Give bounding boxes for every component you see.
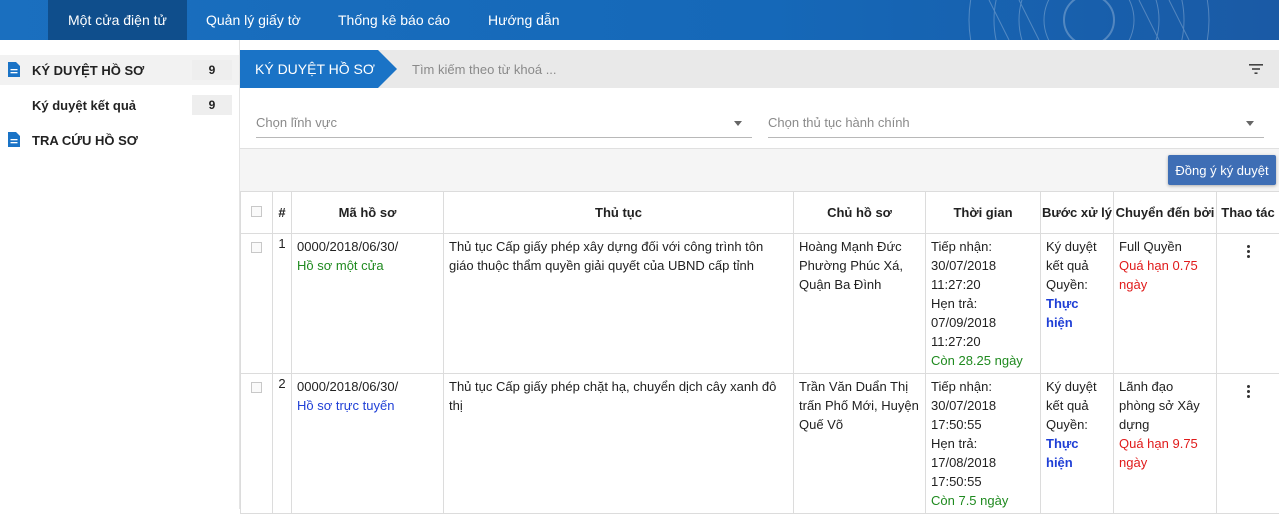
action-bar: Đồng ý ký duyệt [240, 149, 1279, 191]
field-select[interactable]: Chọn lĩnh vực [256, 110, 752, 138]
document-icon [8, 132, 20, 147]
remaining-time: Còn 7.5 ngày [931, 491, 1035, 510]
nav-item-reports[interactable]: Thống kê báo cáo [318, 0, 470, 40]
due-time: 17/08/2018 17:50:55 [931, 453, 1035, 491]
more-vert-icon[interactable] [1246, 385, 1250, 399]
from-cell: Lãnh đạo phòng sở Xây dựng Quá hạn 9.75 … [1114, 374, 1217, 514]
record-code: 0000/2018/06/30/ [297, 377, 438, 396]
record-type: Hồ sơ một cửa [297, 256, 438, 275]
sidebar-item-approve-results[interactable]: Ký duyệt kết quả 9 [0, 90, 239, 120]
actions-cell [1217, 374, 1279, 514]
count-badge: 9 [192, 60, 232, 80]
nav-item-one-stop[interactable]: Một cửa điện tử [48, 0, 187, 40]
time-cell: Tiếp nhận: 30/07/2018 17:50:55 Hẹn trả: … [926, 374, 1041, 514]
column-header-procedure: Thủ tục [444, 192, 794, 234]
more-vert-icon[interactable] [1246, 245, 1250, 259]
record-code: 0000/2018/06/30/ [297, 237, 438, 256]
nav-item-guide[interactable]: Hướng dẫn [468, 0, 579, 40]
step-name: Ký duyệt kết quả [1046, 377, 1108, 415]
received-time: 30/07/2018 17:50:55 [931, 396, 1035, 434]
sidebar-item-lookup-records[interactable]: TRA CỨU HỒ SƠ [0, 125, 239, 155]
actions-cell [1217, 234, 1279, 374]
procedure-select[interactable]: Chọn thủ tục hành chính [768, 110, 1264, 138]
row-index: 2 [273, 374, 292, 514]
permission-label: Quyền: [1046, 415, 1108, 434]
column-header-from: Chuyển đến bởi [1114, 192, 1217, 234]
chevron-down-icon [1246, 121, 1254, 126]
filter-bar: Chọn lĩnh vực Chọn thủ tục hành chính [240, 88, 1279, 149]
procedure-cell: Thủ tục Cấp giấy phép chặt hạ, chuyển dị… [444, 374, 794, 514]
procedure-select-placeholder: Chọn thủ tục hành chính [768, 115, 910, 130]
due-label: Hẹn trả: [931, 434, 1035, 453]
table-header-row: # Mã hồ sơ Thủ tục Chủ hồ sơ Thời gian B… [241, 192, 1279, 234]
column-header-index: # [273, 192, 292, 234]
from-name: Lãnh đạo phòng sở Xây dựng [1119, 377, 1211, 434]
nav-item-documents[interactable]: Quản lý giấy tờ [186, 0, 321, 40]
from-name: Full Quyền [1119, 237, 1211, 256]
record-code-cell: 0000/2018/06/30/ Hồ sơ một cửa [292, 234, 444, 374]
received-label: Tiếp nhận: [931, 377, 1035, 396]
procedure-cell: Thủ tục Cấp giấy phép xây dựng đối với c… [444, 234, 794, 374]
breadcrumb-arrow [378, 50, 397, 88]
permission-value: Thực hiện [1046, 434, 1108, 472]
sidebar-item-label: Ký duyệt kết quả [32, 98, 136, 113]
step-cell: Ký duyệt kết quả Quyền: Thực hiện [1041, 234, 1114, 374]
table-row: 1 0000/2018/06/30/ Hồ sơ một cửa Thủ tục… [241, 234, 1279, 374]
chevron-down-icon [734, 121, 742, 126]
owner-cell: Hoàng Mạnh Đức Phường Phúc Xá, Quận Ba Đ… [794, 234, 926, 374]
row-select-cell[interactable] [241, 374, 273, 514]
step-cell: Ký duyệt kết quả Quyền: Thực hiện [1041, 374, 1114, 514]
column-header-time: Thời gian [926, 192, 1041, 234]
count-badge: 9 [192, 95, 232, 115]
due-label: Hẹn trả: [931, 294, 1035, 313]
column-header-code: Mã hồ sơ [292, 192, 444, 234]
main-header: KÝ DUYỆT HỒ SƠ [240, 50, 1279, 88]
record-code-cell: 0000/2018/06/30/ Hồ sơ trực tuyến [292, 374, 444, 514]
row-select-cell[interactable] [241, 234, 273, 374]
top-nav-bar: Một cửa điện tử Quản lý giấy tờ Thống kê… [0, 0, 1279, 40]
field-select-placeholder: Chọn lĩnh vực [256, 115, 337, 130]
column-header-owner: Chủ hồ sơ [794, 192, 926, 234]
overdue-status: Quá hạn 9.75 ngày [1119, 434, 1211, 472]
permission-value: Thực hiện [1046, 294, 1108, 332]
column-header-actions: Thao tác [1217, 192, 1279, 234]
table-row: 2 0000/2018/06/30/ Hồ sơ trực tuyến Thủ … [241, 374, 1279, 514]
sidebar-item-approve-records[interactable]: KÝ DUYỆT HỒ SƠ 9 [0, 55, 239, 85]
select-all-checkbox[interactable] [251, 206, 262, 217]
select-all-cell[interactable] [241, 192, 273, 234]
row-checkbox[interactable] [251, 382, 262, 393]
sidebar-item-label: TRA CỨU HỒ SƠ [32, 133, 138, 148]
received-label: Tiếp nhận: [931, 237, 1035, 256]
row-index: 1 [273, 234, 292, 374]
column-header-step: Bước xử lý [1041, 192, 1114, 234]
approve-sign-button[interactable]: Đồng ý ký duyệt [1168, 155, 1276, 185]
document-icon [8, 62, 20, 77]
received-time: 30/07/2018 11:27:20 [931, 256, 1035, 294]
search-input[interactable] [412, 59, 1192, 79]
sidebar: KÝ DUYỆT HỒ SƠ 9 Ký duyệt kết quả 9 TRA … [0, 40, 240, 509]
time-cell: Tiếp nhận: 30/07/2018 11:27:20 Hẹn trả: … [926, 234, 1041, 374]
records-table: # Mã hồ sơ Thủ tục Chủ hồ sơ Thời gian B… [240, 191, 1279, 514]
drum-pattern-decoration [759, 0, 1279, 40]
remaining-time: Còn 28.25 ngày [931, 351, 1035, 370]
permission-label: Quyền: [1046, 275, 1108, 294]
overdue-status: Quá hạn 0.75 ngày [1119, 256, 1211, 294]
record-type: Hồ sơ trực tuyến [297, 396, 438, 415]
from-cell: Full Quyền Quá hạn 0.75 ngày [1114, 234, 1217, 374]
row-checkbox[interactable] [251, 242, 262, 253]
step-name: Ký duyệt kết quả [1046, 237, 1108, 275]
sidebar-item-label: KÝ DUYỆT HỒ SƠ [32, 63, 144, 78]
owner-cell: Trần Văn Duẩn Thị trấn Phố Mới, Huyện Qu… [794, 374, 926, 514]
filter-icon[interactable] [1249, 63, 1263, 75]
breadcrumb: KÝ DUYỆT HỒ SƠ [240, 50, 378, 88]
due-time: 07/09/2018 11:27:20 [931, 313, 1035, 351]
